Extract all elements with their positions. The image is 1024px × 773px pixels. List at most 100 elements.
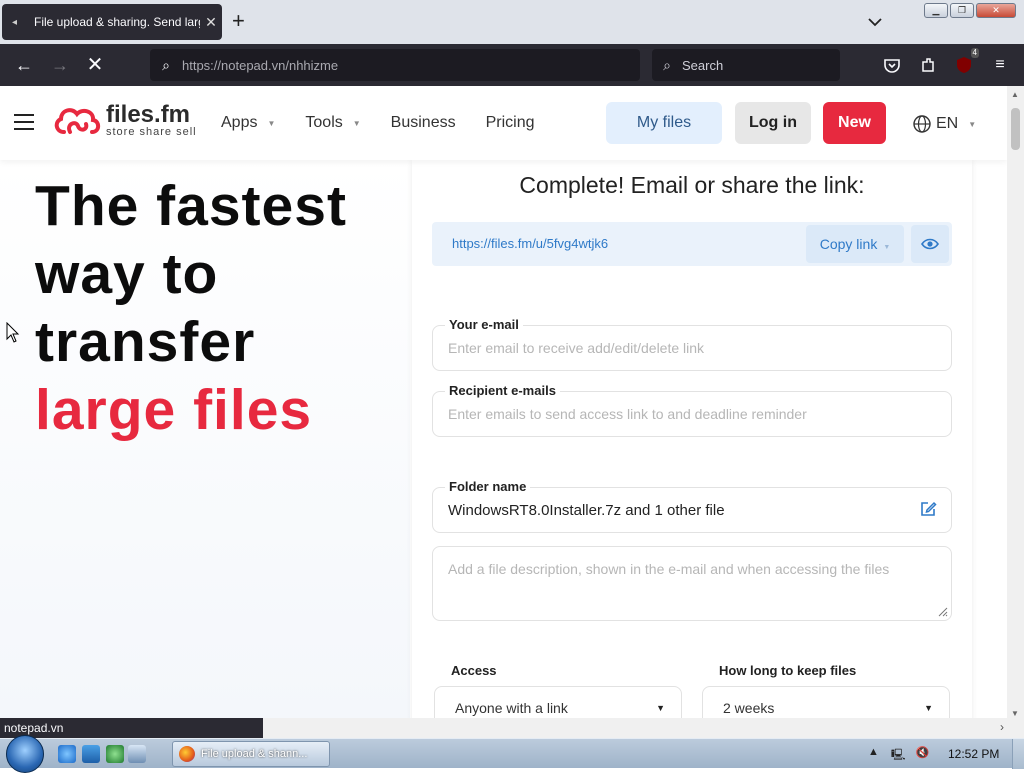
taskbar-clock[interactable]: 12:52 PM	[948, 747, 999, 761]
keep-files-label: How long to keep files	[719, 663, 857, 678]
windows-taskbar: File upload & shann... ▲ 🖳 🔇 12:52 PM	[0, 735, 1024, 773]
your-email-label: Your e-mail	[445, 317, 523, 332]
caret-down-icon: ▼	[656, 703, 665, 713]
hero-line: way to	[35, 242, 219, 306]
recipient-emails-field: Recipient e-mails	[432, 383, 952, 437]
log-in-button[interactable]: Log in	[735, 102, 811, 144]
share-link[interactable]: https://files.fm/u/5fvg4wtjk6	[452, 236, 608, 251]
taskbar-firefox-task[interactable]: File upload & shann...	[172, 741, 330, 767]
preview-eye-button[interactable]	[911, 225, 949, 263]
your-email-field: Your e-mail	[432, 317, 952, 371]
menu-item-label: Pricing	[485, 114, 535, 131]
show-desktop-icon[interactable]	[128, 745, 146, 763]
start-button-windows-icon[interactable]	[6, 735, 44, 773]
web-page: files.fm store share sell Apps ▼ Tools ▼…	[0, 86, 1007, 718]
language-label: EN	[936, 115, 959, 132]
list-all-tabs-chevron-icon[interactable]	[866, 13, 884, 31]
menu-item-label: Tools	[305, 114, 343, 131]
edit-pencil-icon[interactable]	[919, 500, 937, 518]
search-bar[interactable]: ⌕ Search	[652, 49, 840, 81]
language-selector[interactable]: EN ▼	[912, 114, 976, 134]
browser-tab-active[interactable]: ◂ File upload & sharing. Send large file…	[2, 4, 222, 40]
menu-item-apps[interactable]: Apps ▼	[221, 114, 275, 132]
internet-explorer-icon[interactable]	[58, 745, 76, 763]
horizontal-scrollbar[interactable]: ›	[263, 718, 1024, 738]
taskbar-task-title: File upload & shann...	[201, 748, 308, 760]
url-text[interactable]: https://notepad.vn/nhhizme	[182, 58, 338, 73]
browser-nav-bar: ← → ✕ ⌕ https://notepad.vn/nhhizme ⌕ Sea…	[0, 44, 1024, 86]
folder-name-label: Folder name	[445, 479, 531, 494]
access-value: Anyone with a link	[455, 700, 568, 716]
site-header: files.fm store share sell Apps ▼ Tools ▼…	[0, 86, 1007, 160]
url-host: https://notepad.vn	[182, 57, 286, 73]
extension-badge: 4	[970, 48, 979, 58]
show-desktop-button[interactable]	[1012, 739, 1024, 769]
logo-tagline: store share sell	[106, 126, 197, 138]
tray-expand-arrow-icon[interactable]: ▲	[868, 746, 879, 765]
my-files-button[interactable]: My files	[606, 102, 722, 144]
new-button[interactable]: New	[823, 102, 886, 144]
keep-files-select[interactable]: 2 weeks ▼	[702, 686, 950, 718]
hero-line-highlight: large files	[35, 378, 313, 442]
browser-tab-strip: ◂ File upload & sharing. Send large file…	[0, 0, 1024, 44]
minimize-button[interactable]: ▁	[924, 3, 948, 18]
description-field	[432, 546, 952, 621]
extensions-puzzle-icon[interactable]	[917, 54, 939, 76]
new-tab-button[interactable]: +	[232, 10, 245, 32]
search-icon: ⌕	[663, 56, 671, 73]
recipient-emails-input[interactable]	[448, 406, 918, 422]
globe-icon	[913, 115, 931, 133]
tab-close-icon[interactable]: ✕	[200, 14, 222, 31]
address-bar[interactable]: ⌕ https://notepad.vn/nhhizme	[150, 49, 640, 81]
stop-loading-icon[interactable]: ✕	[84, 54, 106, 76]
hamburger-menu-icon[interactable]	[14, 114, 34, 135]
main-menu: Apps ▼ Tools ▼ Business Pricing	[221, 114, 565, 132]
network-icon[interactable]: 🖳	[891, 746, 906, 765]
keep-files-value: 2 weeks	[723, 700, 775, 716]
status-bar-url: notepad.vn	[0, 718, 263, 738]
menu-item-label: Business	[390, 114, 456, 131]
scroll-right-arrow-icon[interactable]: ›	[1000, 720, 1004, 734]
copy-link-button[interactable]: Copy link ▼	[806, 225, 904, 263]
access-label: Access	[451, 663, 497, 678]
share-panel: Complete! Email or share the link: https…	[412, 160, 972, 718]
forward-arrow-icon[interactable]: →	[49, 54, 71, 76]
access-select[interactable]: Anyone with a link ▼	[434, 686, 682, 718]
caret-down-icon: ▼	[968, 119, 977, 129]
ublock-extension-icon[interactable]: 4	[953, 48, 979, 76]
windows-explorer-icon[interactable]	[82, 745, 100, 763]
menu-item-pricing[interactable]: Pricing	[486, 114, 535, 132]
vertical-scrollbar[interactable]: ▲ ▼	[1007, 86, 1024, 718]
caret-down-icon: ▼	[883, 244, 891, 251]
your-email-input[interactable]	[448, 340, 918, 356]
mouse-cursor-icon	[6, 322, 20, 343]
scrollbar-thumb[interactable]	[1011, 108, 1020, 150]
caret-down-icon: ▼	[267, 118, 276, 128]
folder-name-field: Folder name	[432, 479, 952, 533]
search-icon: ⌕	[162, 56, 170, 73]
resize-grip-icon[interactable]	[936, 605, 948, 617]
cloud-logo-icon	[54, 108, 101, 134]
menu-item-tools[interactable]: Tools ▼	[305, 114, 360, 132]
search-placeholder: Search	[682, 57, 724, 73]
restore-button[interactable]: ❐	[950, 3, 974, 18]
share-link-box: https://files.fm/u/5fvg4wtjk6 Copy link ▼	[432, 222, 952, 266]
hero-line: transfer	[35, 310, 256, 374]
eye-icon	[921, 238, 939, 250]
menu-item-business[interactable]: Business	[391, 114, 456, 132]
app-menu-hamburger-icon[interactable]: ≡	[989, 54, 1011, 76]
back-arrow-icon[interactable]: ←	[13, 54, 35, 76]
recipient-emails-label: Recipient e-mails	[445, 383, 560, 398]
volume-muted-icon[interactable]: 🔇	[916, 746, 930, 765]
folder-name-input[interactable]	[448, 502, 918, 519]
description-textarea[interactable]	[448, 561, 918, 601]
caret-down-icon: ▼	[924, 703, 933, 713]
media-player-icon[interactable]	[106, 745, 124, 763]
hero-heading: The fastest way to transfer large files	[35, 172, 347, 444]
scroll-up-arrow-icon[interactable]: ▲	[1011, 90, 1019, 99]
site-logo[interactable]: files.fm store share sell	[52, 103, 197, 138]
panel-title: Complete! Email or share the link:	[519, 172, 865, 198]
close-window-button[interactable]: ✕	[976, 3, 1016, 18]
pocket-icon[interactable]	[881, 54, 903, 76]
scroll-down-arrow-icon[interactable]: ▼	[1011, 709, 1019, 718]
